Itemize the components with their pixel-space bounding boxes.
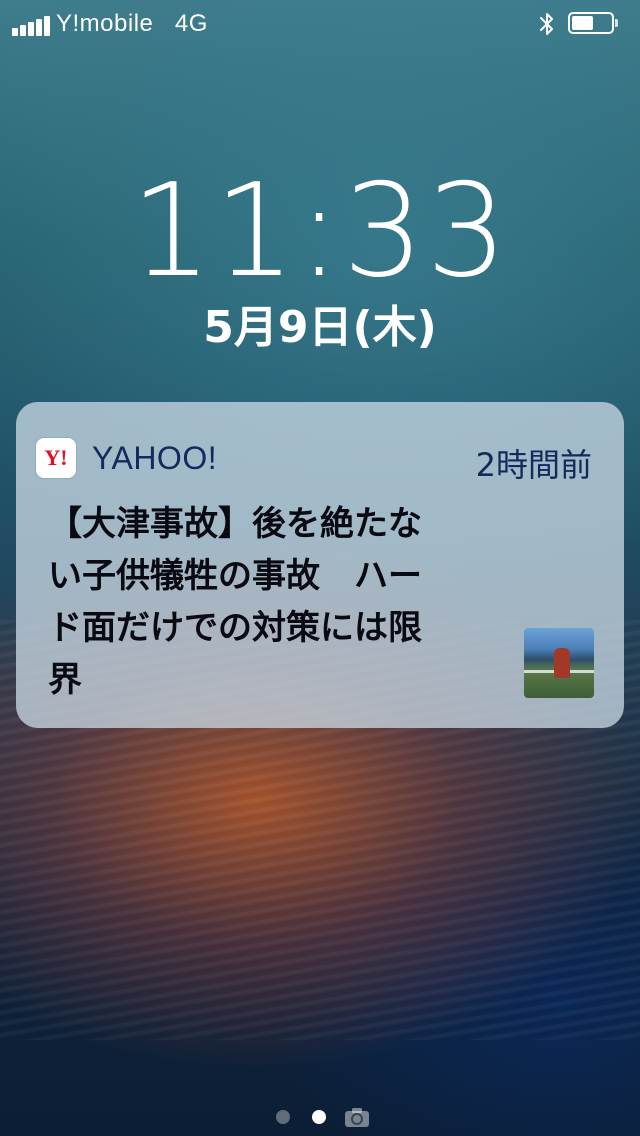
carrier-label: Y!mobile 4G: [56, 10, 208, 38]
lock-screen-clock: 11:33: [130, 157, 510, 306]
notification-app-name: YAHOO!: [92, 440, 218, 476]
signal-strength-icon: [12, 14, 52, 36]
yahoo-logo-glyph: Y!: [44, 445, 68, 470]
battery-level-fill: [572, 16, 593, 30]
page-dot-current[interactable]: [312, 1110, 326, 1124]
notification-body-line: い子供犠牲の事故 ハー: [48, 556, 422, 596]
notification-body-line: ド面だけでの対策には限: [48, 608, 422, 648]
notification-body-line: 【大津事故】後を絶たな: [48, 504, 422, 544]
lock-screen-date: 5月9日(木): [203, 302, 437, 353]
notification-time-ago: 2時間前: [475, 446, 592, 484]
bluetooth-icon: [540, 13, 553, 35]
page-dot-notifications[interactable]: [276, 1110, 290, 1124]
notification-body-line: 界: [48, 660, 82, 700]
status-bar: Y!mobile 4G: [0, 0, 640, 48]
notification-card[interactable]: Y! YAHOO! 2時間前 【大津事故】後を絶たな い子供犠牲の事故 ハー ド…: [16, 402, 624, 728]
notification-body: 【大津事故】後を絶たな い子供犠牲の事故 ハー ド面だけでの対策には限 界: [48, 498, 496, 706]
network-type: 4G: [174, 10, 208, 37]
battery-icon: [568, 12, 620, 36]
yahoo-app-icon: Y!: [36, 438, 76, 478]
page-indicator[interactable]: [270, 1102, 370, 1130]
news-thumbnail-image: [524, 628, 594, 698]
carrier-name: Y!mobile: [56, 10, 154, 37]
camera-icon[interactable]: [344, 1106, 370, 1128]
